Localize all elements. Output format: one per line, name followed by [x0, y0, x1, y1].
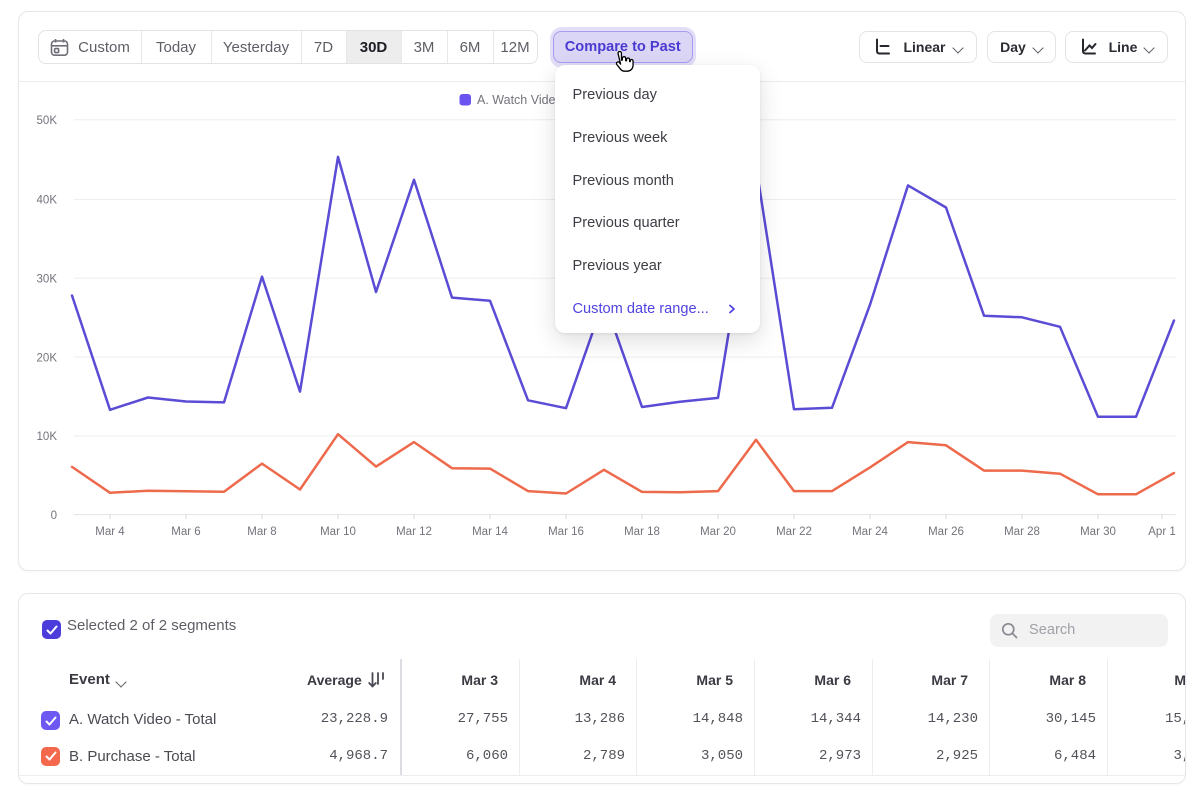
svg-text:Mar 26: Mar 26	[928, 526, 964, 538]
svg-text:Mar 6: Mar 6	[171, 526, 200, 538]
svg-text:Mar 28: Mar 28	[1004, 526, 1040, 538]
svg-text:30K: 30K	[37, 273, 58, 285]
svg-text:Mar 20: Mar 20	[700, 526, 736, 538]
svg-text:Mar 18: Mar 18	[624, 526, 660, 538]
svg-text:Mar 8: Mar 8	[247, 526, 276, 538]
svg-text:Mar 24: Mar 24	[852, 526, 888, 538]
svg-text:Apr 1: Apr 1	[1148, 526, 1176, 538]
svg-text:Mar 4: Mar 4	[95, 526, 125, 538]
svg-text:Mar 10: Mar 10	[320, 526, 356, 538]
svg-text:10K: 10K	[37, 431, 58, 443]
svg-text:Mar 14: Mar 14	[472, 526, 508, 538]
svg-text:Mar 16: Mar 16	[548, 526, 584, 538]
svg-text:0: 0	[51, 510, 57, 522]
svg-text:Mar 12: Mar 12	[396, 526, 432, 538]
svg-text:40K: 40K	[37, 195, 58, 207]
svg-text:Mar 22: Mar 22	[776, 526, 812, 538]
svg-text:Mar 30: Mar 30	[1080, 526, 1116, 538]
svg-text:50K: 50K	[37, 115, 58, 127]
svg-text:20K: 20K	[37, 352, 58, 364]
